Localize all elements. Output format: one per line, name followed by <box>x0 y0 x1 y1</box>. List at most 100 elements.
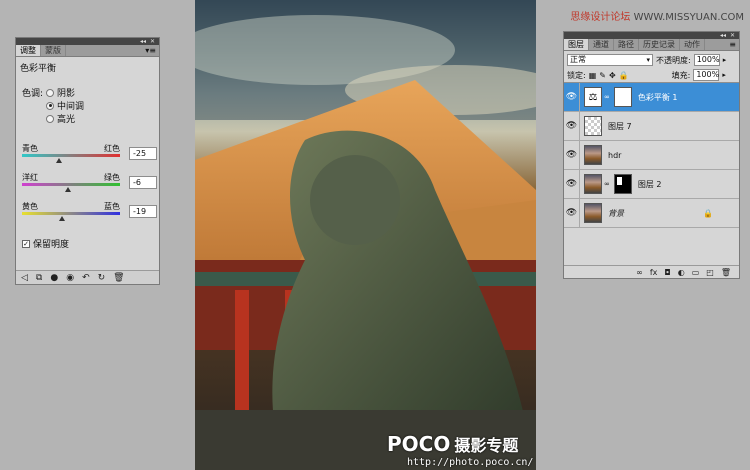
layer-row-color-balance[interactable]: 👁 ⚖ ∞ 色彩平衡 1 <box>564 83 739 112</box>
expand-view-icon[interactable]: ⧉ <box>36 272 42 284</box>
chain-link-icon[interactable]: ∞ <box>604 93 610 101</box>
eye-icon[interactable]: 👁 <box>564 141 580 169</box>
slider-value-input[interactable]: -6 <box>129 176 157 189</box>
reset-icon[interactable]: ↻ <box>98 272 106 284</box>
layer-row-layer2[interactable]: 👁 ∞ 图层 2 <box>564 170 739 199</box>
visibility-icon[interactable]: ◉ <box>66 272 74 284</box>
slider-thumb[interactable] <box>55 158 62 163</box>
photo-url: http://photo.poco.cn/ <box>407 457 534 468</box>
eye-icon[interactable]: 👁 <box>564 199 580 227</box>
opacity-input[interactable]: 100% <box>693 54 720 66</box>
lock-position-icon[interactable]: ✥ <box>609 71 616 80</box>
slider-track[interactable] <box>22 212 120 215</box>
layer-row-hdr[interactable]: 👁 hdr <box>564 141 739 170</box>
checkbox[interactable]: ✓ <box>22 239 30 248</box>
delete-layer-icon[interactable]: 🗑 <box>721 268 731 277</box>
opacity-label: 不透明度: <box>656 55 691 65</box>
radio-midtones[interactable]: 中间调 <box>46 99 84 112</box>
tab-adjustments[interactable]: 调整 <box>16 45 41 56</box>
layer-row-background[interactable]: 👁 背景 🔒 <box>564 199 739 228</box>
watermark-url: WWW.MISSYUAN.COM <box>633 12 744 23</box>
close-icon[interactable]: ✕ <box>730 32 735 39</box>
lock-image-icon[interactable]: ✎ <box>599 71 606 80</box>
radio-label: 中间调 <box>57 102 85 112</box>
link-layers-icon[interactable]: ∞ <box>636 268 643 277</box>
blend-mode-select[interactable]: 正常 <box>567 54 653 66</box>
radio-highlights[interactable]: 高光 <box>46 112 75 125</box>
slider-yellow-blue: 黄色 蓝色 -19 <box>22 201 157 221</box>
slider-thumb[interactable] <box>58 216 65 221</box>
adjustment-layer-icon: ⚖ <box>584 87 602 107</box>
tab-actions[interactable]: 动作 <box>680 39 705 50</box>
slider-track[interactable] <box>22 154 120 157</box>
layers-tabs: 图层 通道 路径 历史记录 动作 ≡ <box>564 39 739 51</box>
layer-thumbnail <box>584 174 602 194</box>
adjustments-footer: ◁ ⧉ ● ◉ ↶ ↻ 🗑 <box>16 270 159 284</box>
layer-mask-thumbnail[interactable] <box>613 87 632 107</box>
adjustments-panel: ◂◂ ✕ 调整 蒙版 ▾≡ 色彩平衡 色调: 阴影 中间调 高光 青色 红色 -25… <box>15 37 160 285</box>
checkbox-label: 保留明度 <box>33 240 70 250</box>
radio-button[interactable] <box>46 101 54 110</box>
adjustment-title: 色彩平衡 <box>20 64 57 74</box>
panel-menu-icon[interactable]: ▾≡ <box>145 45 156 57</box>
layer-row-layer7[interactable]: 👁 图层 7 <box>564 112 739 141</box>
site-watermark: 思缘设计论坛 WWW.MISSYUAN.COM <box>570 8 744 23</box>
new-group-icon[interactable]: ▭ <box>692 268 700 277</box>
eye-icon[interactable]: 👁 <box>564 170 580 198</box>
tab-masks[interactable]: 蒙版 <box>41 45 66 56</box>
tab-paths[interactable]: 路径 <box>614 39 639 50</box>
layer-style-icon[interactable]: fx <box>650 268 658 277</box>
photo-brand-name: POCO <box>387 432 451 456</box>
slider-left-label: 黄色 <box>22 202 38 211</box>
preserve-luminosity[interactable]: ✓ 保留明度 <box>22 237 69 250</box>
close-icon[interactable]: ✕ <box>150 38 155 45</box>
eye-icon[interactable]: 👁 <box>564 83 580 111</box>
slider-left-label: 青色 <box>22 144 38 153</box>
lock-label: 锁定: <box>567 70 586 80</box>
return-to-list-icon[interactable]: ◁ <box>21 272 28 284</box>
eye-icon[interactable]: 👁 <box>564 112 580 140</box>
slider-right-label: 蓝色 <box>104 202 120 211</box>
slider-track[interactable] <box>22 183 120 186</box>
tab-layers[interactable]: 图层 <box>564 39 589 50</box>
fill-arrow-icon[interactable]: ▸ <box>722 71 726 79</box>
collapse-icon[interactable]: ◂◂ <box>140 38 146 45</box>
chain-link-icon[interactable]: ∞ <box>604 180 610 188</box>
new-adjustment-icon[interactable]: ◐ <box>678 268 685 277</box>
panel-titlebar[interactable]: ◂◂ ✕ <box>16 38 159 45</box>
layer-name: 色彩平衡 1 <box>637 92 678 102</box>
watermark-site: 思缘设计论坛 <box>570 12 631 23</box>
slider-right-label: 红色 <box>104 144 120 153</box>
slider-thumb[interactable] <box>65 187 72 192</box>
radio-label: 高光 <box>57 115 76 125</box>
lock-all-icon[interactable]: 🔒 <box>619 71 629 80</box>
clip-layer-icon[interactable]: ● <box>50 272 58 284</box>
tone-label: 色调: <box>22 89 44 99</box>
fill-input[interactable]: 100% <box>693 69 720 81</box>
add-mask-icon[interactable]: ◘ <box>664 268 670 277</box>
layer-thumbnail <box>584 116 602 136</box>
tab-channels[interactable]: 通道 <box>589 39 614 50</box>
delete-icon[interactable]: 🗑 <box>113 272 124 284</box>
lock-icon: 🔒 <box>703 208 713 218</box>
slider-value-input[interactable]: -25 <box>129 147 157 160</box>
layers-panel: ◂◂ ✕ 图层 通道 路径 历史记录 动作 ≡ 正常 不透明度: 100% ▸ 锁… <box>563 31 740 279</box>
collapse-icon[interactable]: ◂◂ <box>720 32 726 39</box>
photo-brand-sub: 摄影专题 <box>454 436 519 455</box>
layer-name: 背景 <box>608 208 624 218</box>
layer-mask-thumbnail[interactable] <box>613 174 632 194</box>
panel-titlebar[interactable]: ◂◂ ✕ <box>564 32 739 39</box>
tab-history[interactable]: 历史记录 <box>639 39 680 50</box>
panel-menu-icon[interactable]: ≡ <box>729 39 736 51</box>
photo-brand: POCO 摄影专题 <box>387 432 518 456</box>
slider-value-input[interactable]: -19 <box>129 205 157 218</box>
lock-transparent-icon[interactable]: ▦ <box>589 71 597 80</box>
opacity-arrow-icon[interactable]: ▸ <box>723 56 727 64</box>
document-canvas[interactable]: POCO 摄影专题 http://photo.poco.cn/ <box>195 0 536 470</box>
radio-shadows[interactable]: 阴影 <box>46 86 75 99</box>
fill-label: 填充: <box>671 70 691 80</box>
radio-button[interactable] <box>46 88 54 97</box>
previous-state-icon[interactable]: ↶ <box>82 272 90 284</box>
new-layer-icon[interactable]: ◰ <box>706 268 714 277</box>
radio-button[interactable] <box>46 114 54 123</box>
